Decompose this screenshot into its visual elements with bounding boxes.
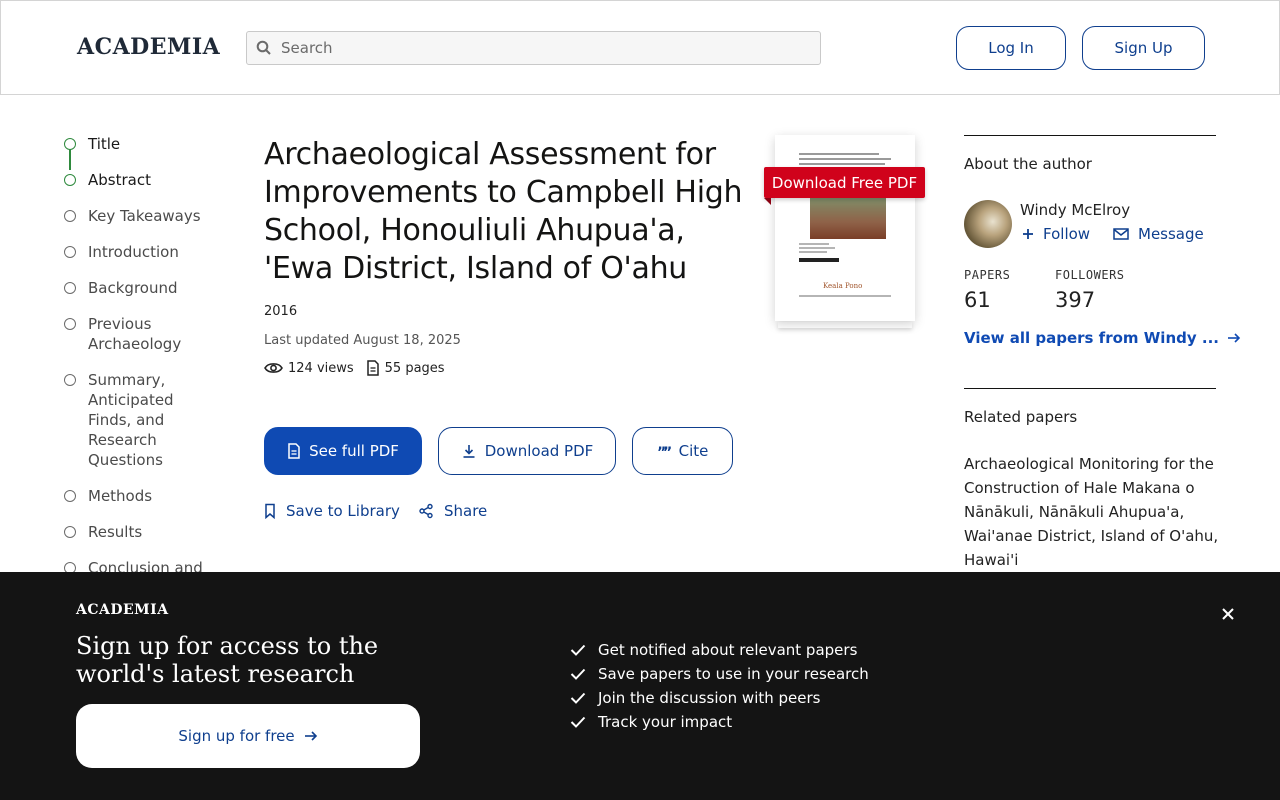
thumb-text-line	[799, 153, 879, 155]
toc-dot-icon	[64, 282, 76, 294]
search-icon	[256, 40, 271, 55]
toc-item-key-takeaways[interactable]: Key Takeaways	[64, 206, 224, 226]
eye-icon	[264, 363, 283, 373]
thumbnail-stack-edge	[778, 322, 912, 328]
see-full-pdf-button[interactable]: See full PDF	[264, 427, 422, 475]
benefit-item: Get notified about relevant papers	[570, 638, 869, 662]
search-box[interactable]	[246, 31, 821, 65]
toc-item-background[interactable]: Background	[64, 278, 224, 298]
view-all-papers-link[interactable]: View all papers from Windy ...	[964, 329, 1241, 347]
top-header: ACADEMIA Log In Sign Up	[0, 0, 1280, 95]
divider	[964, 388, 1216, 389]
pages-count: 55 pages	[384, 360, 445, 376]
signup-button[interactable]: Sign Up	[1082, 26, 1205, 70]
benefit-item: Join the discussion with peers	[570, 686, 869, 710]
thumb-photo	[810, 197, 886, 239]
related-papers-heading: Related papers	[964, 408, 1078, 426]
thumb-text-line	[799, 158, 891, 160]
toc-item-introduction[interactable]: Introduction	[64, 242, 224, 262]
thumb-text-line	[799, 163, 885, 165]
papers-label: PAPERS	[964, 268, 1011, 282]
about-author-heading: About the author	[964, 155, 1092, 173]
badge-tail	[764, 198, 771, 205]
follow-button[interactable]: Follow	[1022, 225, 1090, 243]
author-name[interactable]: Windy McElroy	[1020, 201, 1130, 219]
toc-item-methods[interactable]: Methods	[64, 486, 224, 506]
toc-dot-icon	[64, 174, 76, 186]
svg-text:”: ”	[663, 445, 671, 457]
signup-banner: ACADEMIA Sign up for access to the world…	[0, 572, 1280, 800]
close-icon	[1222, 608, 1234, 620]
sign-up-free-button[interactable]: Sign up for free	[76, 704, 420, 768]
message-button[interactable]: Message	[1113, 225, 1204, 243]
thumb-text-line	[799, 251, 827, 253]
toc-item-summary[interactable]: Summary, Anticipated Finds, and Research…	[64, 370, 184, 470]
check-icon	[570, 668, 586, 680]
download-icon	[463, 445, 475, 458]
paper-year: 2016	[264, 304, 298, 319]
toc-dot-icon	[64, 526, 76, 538]
thumb-text-line	[799, 247, 835, 249]
arrow-right-icon	[1227, 333, 1241, 343]
academia-logo[interactable]: ACADEMIA	[77, 34, 220, 60]
document-icon	[366, 360, 379, 376]
paper-stats: 124 views 55 pages	[264, 360, 457, 376]
check-icon	[570, 644, 586, 656]
table-of-contents: Title Abstract Key Takeaways Introductio…	[64, 134, 224, 594]
last-updated: Last updated August 18, 2025	[264, 333, 461, 348]
toc-item-abstract[interactable]: Abstract	[64, 170, 224, 190]
toc-dot-icon	[64, 490, 76, 502]
divider	[964, 135, 1216, 136]
bookmark-icon	[265, 503, 275, 519]
thumb-logo-mark	[799, 258, 839, 262]
paper-title: Archaeological Assessment for Improvemen…	[264, 137, 743, 286]
views-count: 124 views	[288, 360, 354, 376]
toc-item-title[interactable]: Title	[64, 134, 224, 154]
pdf-thumbnail[interactable]: Keala Pono	[775, 135, 915, 321]
benefit-item: Save papers to use in your research	[570, 662, 869, 686]
share-icon	[419, 503, 433, 519]
thumb-text-line	[799, 243, 829, 245]
thumb-text-line	[799, 295, 891, 297]
toc-dot-icon	[64, 138, 76, 150]
share-link[interactable]: Share	[418, 502, 487, 520]
toc-dot-icon	[64, 318, 76, 330]
mail-icon	[1113, 228, 1129, 240]
toc-dot-icon	[64, 246, 76, 258]
save-to-library-link[interactable]: Save to Library	[264, 502, 400, 520]
followers-count: 397	[1055, 288, 1096, 312]
toc-item-previous-archaeology[interactable]: Previous Archaeology	[64, 314, 184, 354]
author-avatar[interactable]	[964, 200, 1012, 248]
banner-logo: ACADEMIA	[76, 602, 169, 618]
login-button[interactable]: Log In	[956, 26, 1066, 70]
check-icon	[570, 692, 586, 704]
download-free-pdf-badge[interactable]: Download Free PDF	[764, 167, 925, 205]
quote-icon: ””	[657, 445, 671, 457]
cite-button[interactable]: ”” Cite	[632, 427, 733, 475]
arrow-right-icon	[304, 731, 317, 741]
papers-count: 61	[964, 288, 991, 312]
plus-icon	[1023, 229, 1033, 239]
thumb-brand: Keala Pono	[823, 282, 863, 290]
document-icon	[288, 443, 300, 459]
close-banner-button[interactable]	[1218, 604, 1238, 624]
toc-item-results[interactable]: Results	[64, 522, 224, 542]
check-icon	[570, 716, 586, 728]
banner-headline: Sign up for access to the world's latest…	[76, 632, 379, 688]
related-paper-link[interactable]: Archaeological Monitoring for the Constr…	[964, 452, 1220, 572]
followers-label: FOLLOWERS	[1055, 268, 1125, 282]
benefits-list: Get notified about relevant papers Save …	[570, 638, 869, 734]
download-pdf-button[interactable]: Download PDF	[438, 427, 616, 475]
search-input[interactable]	[281, 32, 801, 64]
benefit-item: Track your impact	[570, 710, 869, 734]
toc-dot-icon	[64, 374, 76, 386]
toc-dot-icon	[64, 210, 76, 222]
